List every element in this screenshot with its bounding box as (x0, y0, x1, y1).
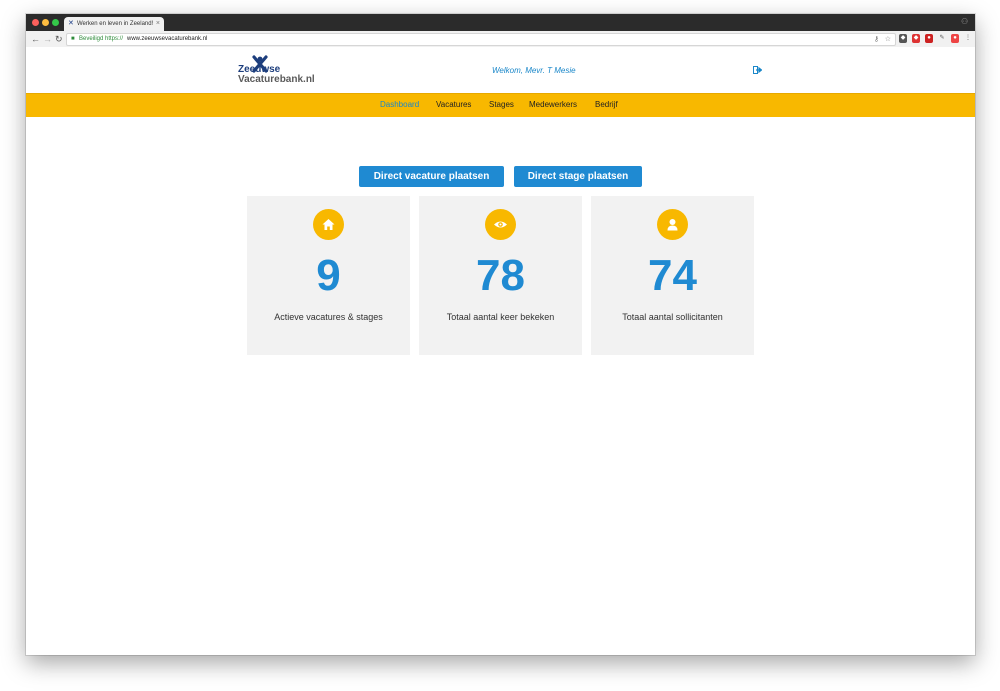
lock-icon: ■ (71, 36, 75, 42)
tab-close-button[interactable]: × (156, 17, 160, 31)
nav-item-medewerkers[interactable]: Medewerkers (529, 100, 577, 109)
back-arrow-icon[interactable]: ← (31, 33, 40, 45)
stat-value: 9 (316, 251, 341, 300)
eye-icon (494, 221, 507, 228)
extension-shield-icon[interactable]: ◆ (899, 34, 907, 43)
stat-card-views: 78 Totaal aantal keer bekeken (419, 196, 582, 355)
welcome-message: Welkom, Mevr. T Mesie (492, 66, 576, 75)
browser-window: ✕ Werken en leven in Zeeland! × ⚇ ← → ↻ … (26, 14, 975, 655)
address-bar[interactable]: ■ Beveiligd https:// www.zeeuwsevacature… (66, 33, 896, 46)
stat-label: Actieve vacatures & stages (274, 312, 383, 322)
stat-icon-badge (313, 209, 344, 240)
extension-pen-icon[interactable]: ✎ (938, 34, 946, 43)
browser-toolbar: ← → ↻ ■ Beveiligd https:// www.zeeuwseva… (26, 31, 975, 48)
logout-icon[interactable] (753, 66, 762, 74)
forward-arrow-icon[interactable]: → (43, 33, 52, 45)
browser-titlebar: ✕ Werken en leven in Zeeland! × ⚇ (26, 14, 975, 31)
logo-text-vacaturebank: Vacaturebank.nl (238, 74, 315, 85)
nav-item-stages[interactable]: Stages (489, 100, 514, 109)
key-icon[interactable]: ⚷ (874, 34, 879, 45)
stat-card-active: 9 Actieve vacatures & stages (247, 196, 410, 355)
extension-record-icon[interactable]: ● (925, 34, 933, 43)
reload-icon[interactable]: ↻ (55, 33, 63, 45)
bookmark-star-icon[interactable]: ☆ (885, 34, 891, 45)
close-window-button[interactable] (32, 19, 39, 26)
stat-label: Totaal aantal keer bekeken (446, 312, 555, 322)
url-host: www.zeeuwsevacaturebank.nl (127, 36, 208, 42)
extension-badge-icon[interactable]: ● (951, 34, 959, 43)
nav-item-dashboard[interactable]: Dashboard (380, 100, 419, 109)
stat-icon-badge (657, 209, 688, 240)
extension-red-shield-icon[interactable]: ◆ (912, 34, 920, 43)
browser-tab[interactable]: ✕ Werken en leven in Zeeland! × (64, 17, 164, 31)
url-scheme: https:// (105, 36, 124, 42)
tab-title: Werken en leven in Zeeland! (77, 21, 154, 27)
nav-item-vacatures[interactable]: Vacatures (436, 100, 471, 109)
main-nav: Dashboard Vacatures Stages Medewerkers B… (26, 93, 975, 117)
site-header: Zeeuwse Vacaturebank.nl Welkom, Mevr. T … (26, 47, 975, 93)
minimize-window-button[interactable] (42, 19, 49, 26)
stat-value: 78 (476, 251, 525, 300)
favicon-icon: ✕ (68, 20, 74, 27)
site-logo[interactable]: Zeeuwse Vacaturebank.nl (234, 55, 324, 85)
stat-card-applicants: 74 Totaal aantal sollicitanten (591, 196, 754, 355)
page-content: Zeeuwse Vacaturebank.nl Welkom, Mevr. T … (26, 47, 975, 655)
post-vacancy-button[interactable]: Direct vacature plaatsen (359, 166, 504, 187)
stat-icon-badge (485, 209, 516, 240)
home-icon (322, 219, 335, 230)
nav-item-bedrijf[interactable]: Bedrijf (595, 100, 618, 109)
profile-icon[interactable]: ⚇ (961, 17, 970, 26)
post-internship-button[interactable]: Direct stage plaatsen (514, 166, 642, 187)
stat-label: Totaal aantal sollicitanten (622, 312, 723, 322)
secure-label: Beveiligd (79, 36, 104, 42)
stat-value: 74 (648, 251, 697, 300)
user-icon (667, 219, 678, 231)
menu-dots-icon[interactable]: ⋮ (964, 34, 972, 43)
maximize-window-button[interactable] (52, 19, 59, 26)
